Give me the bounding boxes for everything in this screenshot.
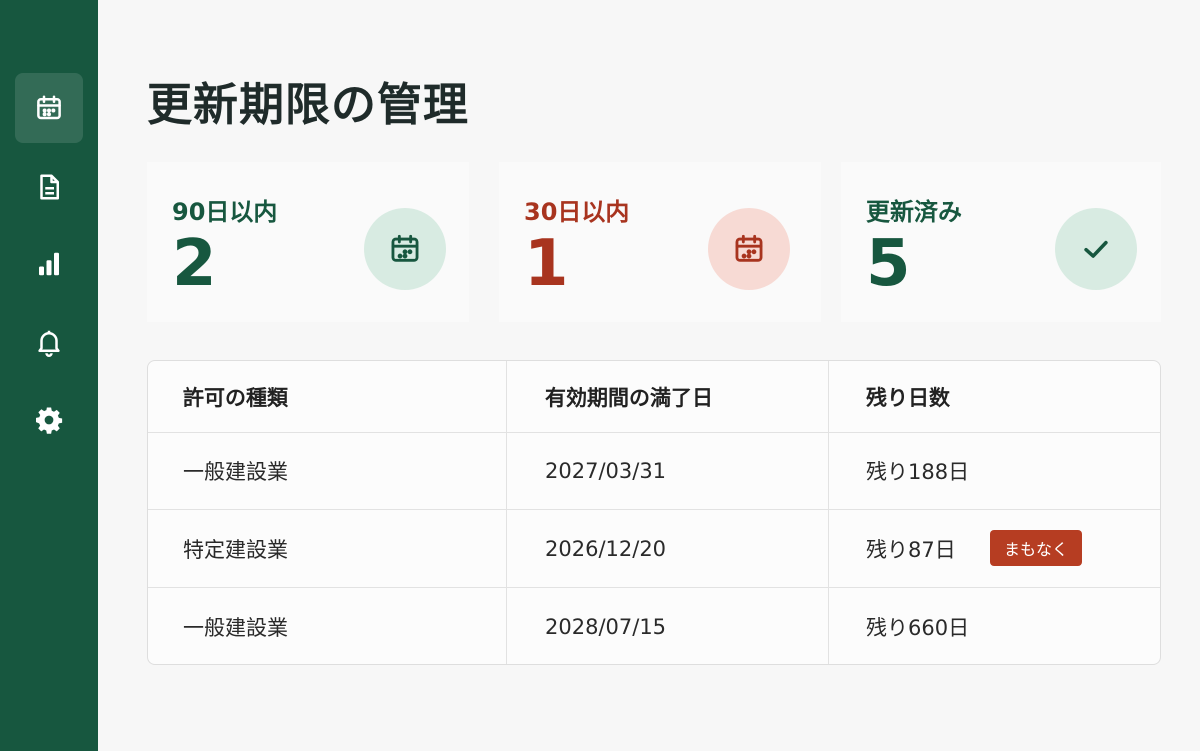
nav-item-documents[interactable] <box>15 152 83 222</box>
days-remaining-text: 残り660日 <box>866 615 970 640</box>
stat-card-90-days[interactable]: 90日以内 2 <box>147 162 469 322</box>
column-header-expiry-date[interactable]: 有効期間の満了日 <box>507 361 829 432</box>
table-row[interactable]: 一般建設業 2027/03/31 残り188日 <box>148 433 1160 510</box>
nav-item-calendar[interactable] <box>15 73 83 143</box>
document-icon <box>40 174 59 200</box>
check-icon <box>1084 240 1108 258</box>
permit-type-cell: 特定建設業 <box>148 510 507 587</box>
bell-icon <box>38 330 60 357</box>
page-title: 更新期限の管理 <box>147 78 470 131</box>
nav-item-notifications[interactable] <box>15 307 83 377</box>
nav-item-settings[interactable] <box>15 385 83 455</box>
table-row[interactable]: 特定建設業 2026/12/20 残り87日 まもなく <box>148 510 1160 588</box>
days-remaining-cell: 残り87日 まもなく <box>829 510 1160 587</box>
stat-value: 5 <box>866 227 911 301</box>
calendar-icon <box>735 234 763 262</box>
stat-label: 90日以内 <box>172 198 278 226</box>
calendar-icon <box>37 95 61 120</box>
stat-label: 30日以内 <box>524 198 630 226</box>
nav-item-reports[interactable] <box>15 229 83 299</box>
column-header-days-remaining[interactable]: 残り日数 <box>829 361 1160 432</box>
days-remaining-text: 残り87日 <box>866 537 956 562</box>
stat-icon-wrap <box>708 208 790 290</box>
stat-label: 更新済み <box>866 198 962 226</box>
gear-icon <box>36 407 63 434</box>
days-remaining-text: 残り188日 <box>866 460 970 484</box>
expiry-date-cell: 2026/12/20 <box>507 510 829 587</box>
status-badge: まもなく <box>990 530 1083 566</box>
table-header-row: 許可の種類 有効期間の満了日 残り日数 <box>148 361 1160 433</box>
days-remaining-cell: 残り188日 <box>829 433 1160 509</box>
column-header-permit-type[interactable]: 許可の種類 <box>148 361 507 432</box>
stat-icon-wrap <box>364 208 446 290</box>
main-content: 更新期限の管理 90日以内 2 30日以内 1 更新済み 5 許可の種類 有効期… <box>98 0 1200 751</box>
stat-value: 1 <box>524 227 569 301</box>
bar-chart-icon <box>39 252 59 276</box>
stat-card-renewed[interactable]: 更新済み 5 <box>841 162 1161 322</box>
permit-type-cell: 一般建設業 <box>148 433 507 509</box>
stat-value: 2 <box>172 227 217 301</box>
table-row[interactable]: 一般建設業 2028/07/15 残り660日 <box>148 588 1160 664</box>
expiry-date-cell: 2027/03/31 <box>507 433 829 509</box>
days-remaining-cell: 残り660日 <box>829 588 1160 664</box>
sidebar <box>0 0 98 751</box>
stat-card-30-days[interactable]: 30日以内 1 <box>499 162 821 322</box>
expiry-date-cell: 2028/07/15 <box>507 588 829 664</box>
calendar-icon <box>391 234 419 262</box>
permit-type-cell: 一般建設業 <box>148 588 507 664</box>
permit-table: 許可の種類 有効期間の満了日 残り日数 一般建設業 2027/03/31 残り1… <box>147 360 1161 665</box>
stat-icon-wrap <box>1055 208 1137 290</box>
